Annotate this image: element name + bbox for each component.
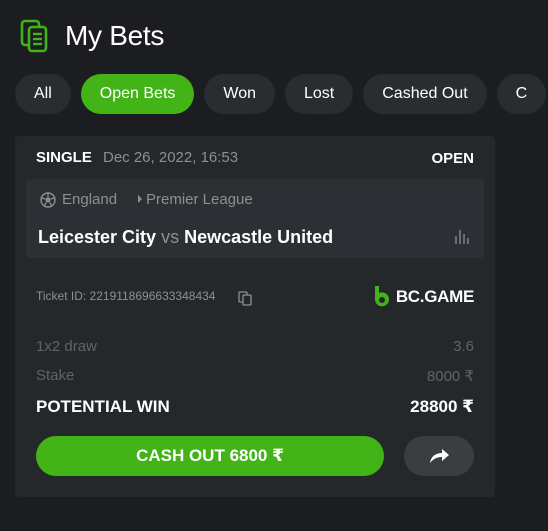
away-team: Newcastle United (184, 227, 334, 247)
tab-all[interactable]: All (15, 74, 71, 114)
tab-partial[interactable]: C (496, 74, 547, 114)
stats-icon[interactable] (455, 230, 469, 244)
tab-cashed-out[interactable]: Cashed Out (363, 74, 487, 114)
brand-name: BC.GAME (395, 287, 474, 306)
filter-tabs: All Open Bets Won Lost Cashed Out C (15, 74, 547, 114)
tab-lost[interactable]: Lost (285, 74, 354, 114)
page-title: My Bets (65, 20, 165, 51)
cash-out-button[interactable]: CASH OUT 6800 ₹ (36, 436, 384, 476)
match-teams: Leicester City vs Newcastle United (38, 227, 333, 248)
chevron-right-icon (138, 195, 142, 203)
versus-label: vs (161, 227, 180, 247)
bets-document-icon (20, 19, 48, 53)
match-box[interactable]: England Premier League Leicester City vs… (26, 179, 484, 258)
market-odds: 3.6 (453, 338, 474, 355)
stake-value: 8000 ₹ (426, 368, 474, 385)
brand-logo: BC.GAME (372, 285, 474, 309)
tab-open-bets[interactable]: Open Bets (80, 74, 195, 114)
market-label: 1x2 draw (36, 338, 97, 355)
potential-win-label: POTENTIAL WIN (36, 397, 170, 416)
stake-label: Stake (36, 367, 75, 384)
ticket-id: Ticket ID: 2219118696633348434 (36, 289, 216, 303)
share-arrow-icon (430, 449, 449, 463)
page-header: My Bets (20, 16, 164, 56)
match-country: England (62, 191, 118, 208)
bet-card: SINGLE Dec 26, 2022, 16:53 OPEN England … (15, 136, 495, 497)
bet-status: OPEN (431, 150, 474, 167)
bet-date: Dec 26, 2022, 16:53 (103, 149, 239, 166)
potential-win-value: 28800 ₹ (410, 397, 474, 416)
soccer-ball-icon (40, 192, 56, 208)
match-league: Premier League (146, 191, 253, 208)
bc-game-logo (374, 286, 389, 307)
bet-type: SINGLE (36, 149, 92, 166)
home-team: Leicester City (38, 227, 157, 247)
share-button[interactable] (404, 436, 474, 476)
copy-icon[interactable] (238, 291, 253, 306)
tab-won[interactable]: Won (204, 74, 275, 114)
